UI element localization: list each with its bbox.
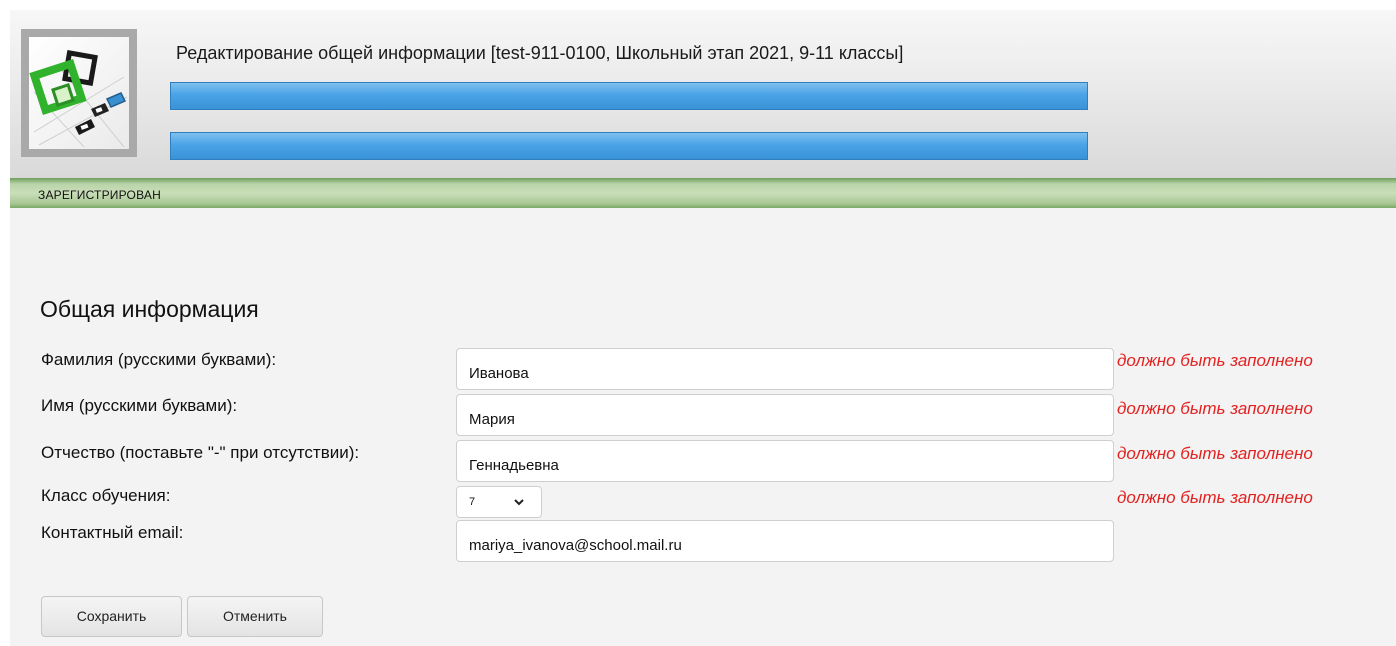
logo-icon	[29, 50, 128, 148]
class-error: должно быть заполнено	[1117, 488, 1313, 507]
firstname-label: Имя (русскими буквами):	[41, 396, 238, 415]
header: Редактирование общей информации [test-91…	[10, 10, 1396, 178]
cancel-button[interactable]: Отменить	[187, 596, 323, 637]
email-label: Контактный email:	[41, 523, 184, 542]
status-text: ЗАРЕГИСТРИРОВАН	[38, 188, 161, 202]
class-select-value: 7	[469, 496, 476, 508]
surname-label: Фамилия (русскими буквами):	[41, 350, 277, 369]
page-title: Редактирование общей информации [test-91…	[176, 43, 904, 63]
section-title: Общая информация	[40, 296, 259, 322]
header-bar-top	[170, 82, 1088, 110]
surname-error: должно быть заполнено	[1117, 351, 1313, 370]
status-bar: ЗАРЕГИСТРИРОВАН	[10, 178, 1396, 208]
firstname-input[interactable]: Мария	[456, 394, 1114, 436]
save-button[interactable]: Сохранить	[41, 596, 182, 637]
patronymic-error: должно быть заполнено	[1117, 444, 1313, 463]
surname-input[interactable]: Иванова	[456, 348, 1114, 390]
page: Редактирование общей информации [test-91…	[10, 10, 1396, 646]
chevron-down-icon	[514, 499, 524, 506]
header-bar-bottom	[170, 132, 1088, 160]
firstname-error: должно быть заполнено	[1117, 399, 1313, 418]
class-label: Класс обучения:	[41, 486, 171, 505]
patronymic-input[interactable]: Геннадьевна	[456, 440, 1114, 482]
logo	[21, 29, 137, 157]
class-select[interactable]: 7	[456, 486, 542, 518]
email-input[interactable]: mariya_ivanova@school.mail.ru	[456, 520, 1114, 562]
patronymic-label: Отчество (поставьте "-" при отсутствии):	[41, 443, 360, 462]
